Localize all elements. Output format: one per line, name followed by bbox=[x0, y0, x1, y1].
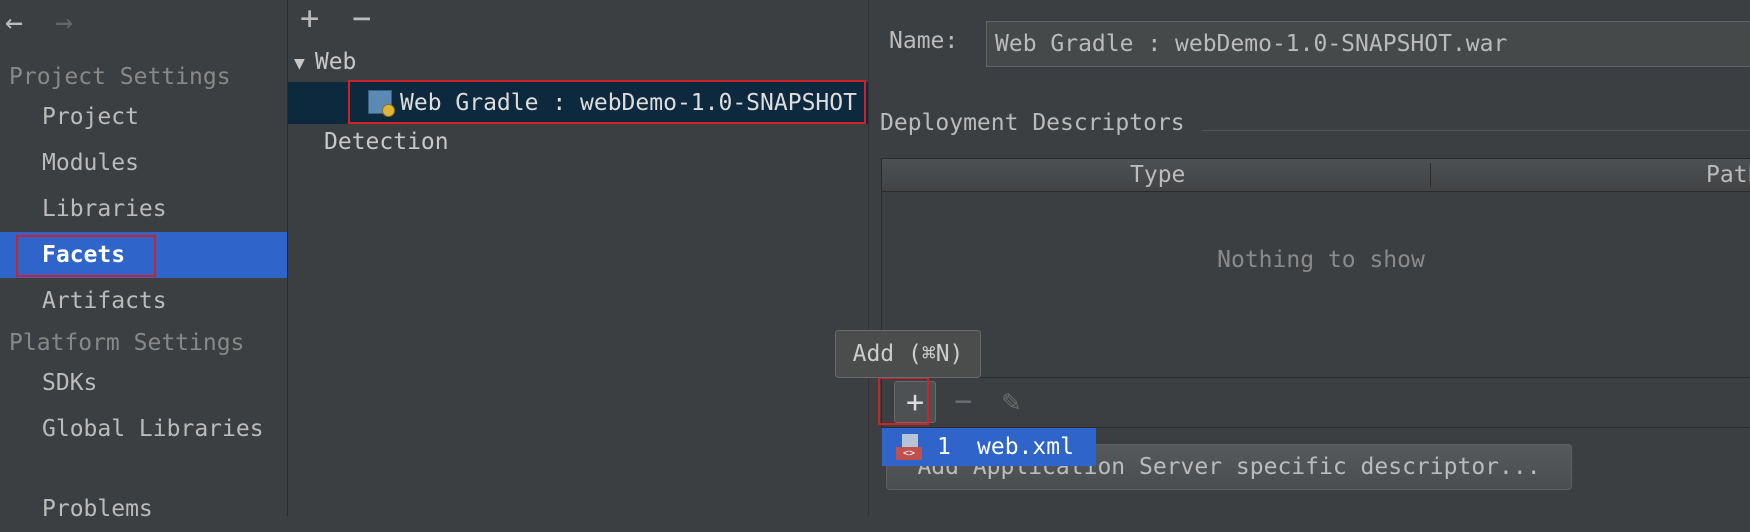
column-header-type[interactable]: Type bbox=[1130, 159, 1185, 191]
table-toolbar: + − ✎ bbox=[881, 378, 1750, 428]
tree-node-web-gradle[interactable]: Web Gradle : webDemo-1.0-SNAPSHOT bbox=[368, 83, 857, 123]
remove-descriptor-button[interactable]: − bbox=[942, 381, 984, 423]
sidebar-item-modules[interactable]: Modules bbox=[0, 140, 287, 186]
platform-settings-header: Platform Settings bbox=[9, 330, 245, 356]
column-divider[interactable] bbox=[1430, 163, 1431, 187]
sidebar-item-sdks[interactable]: SDKs bbox=[0, 360, 287, 406]
sidebar-item-project[interactable]: Project bbox=[0, 94, 287, 140]
facets-tree-panel: + − ▼ Web Web Gradle : webDemo-1.0-SNAPSH… bbox=[288, 0, 869, 516]
add-descriptor-button[interactable]: + bbox=[894, 381, 936, 423]
deployment-descriptors-title: Deployment Descriptors bbox=[880, 110, 1185, 136]
popup-item-number: 1 bbox=[937, 434, 951, 460]
popup-item-label: web.xml bbox=[977, 434, 1074, 460]
project-settings-header: Project Settings bbox=[9, 64, 231, 90]
tree-node-detection[interactable]: Detection bbox=[324, 122, 449, 162]
remove-facet-button[interactable]: − bbox=[352, 2, 371, 34]
name-field[interactable]: Web Gradle : webDemo-1.0-SNAPSHOT.war bbox=[986, 21, 1750, 67]
name-label: Name: bbox=[889, 28, 959, 54]
sidebar-item-problems[interactable]: Problems bbox=[0, 486, 287, 532]
table-header: Type Path bbox=[882, 159, 1750, 192]
sidebar-item-global-libraries[interactable]: Global Libraries bbox=[0, 406, 287, 452]
sidebar-item-facets[interactable]: Facets bbox=[0, 232, 287, 278]
column-header-path[interactable]: Path bbox=[1706, 159, 1750, 191]
xml-file-icon: <> bbox=[896, 434, 922, 460]
back-arrow-icon[interactable]: ← bbox=[5, 6, 23, 40]
expand-arrow-icon[interactable]: ▼ bbox=[294, 53, 305, 74]
add-descriptor-popup-item[interactable]: <> 1 web.xml bbox=[882, 428, 1096, 466]
add-tooltip: Add (⌘N) bbox=[835, 330, 981, 378]
descriptors-table[interactable]: Type Path Nothing to show bbox=[881, 158, 1750, 378]
settings-sidebar: ← → Project Settings Project Modules Lib… bbox=[0, 0, 288, 522]
sidebar-item-libraries[interactable]: Libraries bbox=[0, 186, 287, 232]
empty-table-text: Nothing to show bbox=[1217, 247, 1425, 273]
add-facet-button[interactable]: + bbox=[300, 2, 319, 34]
sidebar-item-artifacts[interactable]: Artifacts bbox=[0, 278, 287, 324]
tree-node-web-gradle-label: Web Gradle : webDemo-1.0-SNAPSHOT bbox=[400, 90, 857, 116]
tree-node-web-label: Web bbox=[314, 49, 357, 75]
forward-arrow-icon[interactable]: → bbox=[55, 6, 73, 40]
web-facet-icon bbox=[368, 90, 395, 117]
edit-descriptor-pencil-icon[interactable]: ✎ bbox=[990, 381, 1032, 423]
group-divider bbox=[1202, 130, 1750, 131]
tree-node-web[interactable]: ▼ Web bbox=[294, 42, 356, 82]
